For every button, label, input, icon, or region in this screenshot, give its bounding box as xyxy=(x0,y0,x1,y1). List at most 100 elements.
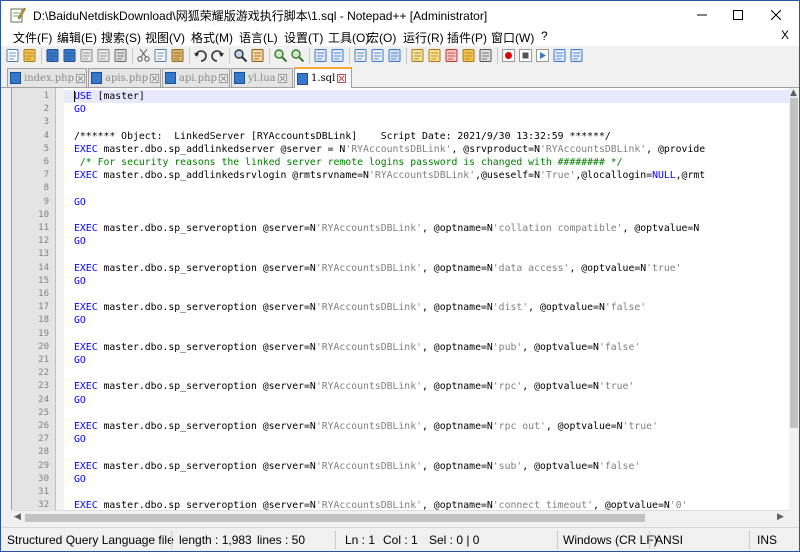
code-line[interactable]: /* For security reasons the linked serve… xyxy=(64,156,623,169)
status-encoding[interactable]: ANSI xyxy=(655,533,683,547)
zoom-out-icon[interactable] xyxy=(290,48,305,63)
redo-icon[interactable] xyxy=(210,48,225,63)
code-line[interactable] xyxy=(64,407,74,420)
horizontal-scroll-thumb[interactable] xyxy=(25,514,645,522)
menu-macro[interactable]: 宏(O) xyxy=(367,29,396,46)
code-line[interactable]: GO xyxy=(64,235,86,248)
horizontal-scrollbar[interactable]: ◀ ▶ xyxy=(11,510,789,525)
menu-settings[interactable]: 设置(T) xyxy=(284,29,323,46)
close-icon[interactable] xyxy=(79,48,94,63)
cut-icon[interactable] xyxy=(136,48,151,63)
code-line[interactable] xyxy=(64,288,74,301)
code-line[interactable]: EXEC master.dbo.sp_serveroption @server=… xyxy=(64,499,687,510)
title-bar[interactable]: D:\BaiduNetdiskDownload\网狐荣耀版游戏执行脚本\1.sq… xyxy=(1,1,799,28)
tab-close-icon[interactable] xyxy=(76,73,86,83)
code-line[interactable]: /****** Object: LinkedServer [RYAccounts… xyxy=(64,130,611,143)
tab-close-icon[interactable] xyxy=(337,74,347,83)
word-wrap-icon[interactable] xyxy=(353,48,368,63)
code-line[interactable] xyxy=(64,486,74,499)
code-line[interactable]: EXEC master.dbo.sp_addlinkedsrvlogin @rm… xyxy=(64,169,705,182)
code-line[interactable] xyxy=(64,116,74,129)
fold-margin[interactable] xyxy=(56,88,64,510)
code-line[interactable] xyxy=(64,182,74,195)
code-line[interactable] xyxy=(64,209,74,222)
sync-horizontal-icon[interactable] xyxy=(330,48,345,63)
tab-close-icon[interactable] xyxy=(150,73,160,83)
scroll-right-icon[interactable]: ▶ xyxy=(777,512,784,522)
sync-vertical-icon[interactable] xyxy=(313,48,328,63)
new-file-icon[interactable] xyxy=(5,48,20,63)
print-icon[interactable] xyxy=(113,48,128,63)
tab-apis-php[interactable]: apis.php xyxy=(88,68,161,87)
menu-run[interactable]: 运行(R) xyxy=(403,29,444,46)
tab-api-php[interactable]: api.php xyxy=(162,68,230,87)
tab-1-sql[interactable]: 1.sql xyxy=(294,67,352,88)
function-list-icon[interactable] xyxy=(444,48,459,63)
close-all-icon[interactable] xyxy=(96,48,111,63)
code-line[interactable]: GO xyxy=(64,196,86,209)
paste-icon[interactable] xyxy=(170,48,185,63)
run-macro-multiple-icon[interactable] xyxy=(552,48,567,63)
code-line[interactable]: EXEC master.dbo.sp_serveroption @server=… xyxy=(64,460,640,473)
vertical-scrollbar[interactable]: ▲ xyxy=(789,88,799,510)
copy-icon[interactable] xyxy=(153,48,168,63)
tab-close-icon[interactable] xyxy=(218,73,228,83)
menu-format[interactable]: 格式(M) xyxy=(191,29,233,46)
menu-file[interactable]: 文件(F) xyxy=(13,29,52,46)
code-line[interactable]: GO xyxy=(64,394,86,407)
vertical-scroll-thumb[interactable] xyxy=(790,98,798,428)
code-line[interactable]: EXEC master.dbo.sp_serveroption @server=… xyxy=(64,262,682,275)
find-icon[interactable] xyxy=(233,48,248,63)
tab-index-php[interactable]: index.php xyxy=(7,68,87,87)
code-line[interactable]: GO xyxy=(64,103,86,116)
doc-map-icon[interactable] xyxy=(427,48,442,63)
menu-search[interactable]: 搜索(S) xyxy=(101,29,141,46)
menu-window[interactable]: 窗口(W) xyxy=(491,29,534,46)
replace-icon[interactable] xyxy=(250,48,265,63)
editor-pane[interactable]: 1 2 3 4 5 6 7 8 9 10 11 12 13 14 15 16 17 18 19 20 21 22 23 24 2… xyxy=(11,88,789,510)
tab-yl-lua[interactable]: yl.lua xyxy=(231,68,293,87)
close-window-button[interactable] xyxy=(757,1,795,28)
code-line[interactable]: GO xyxy=(64,275,86,288)
code-line[interactable] xyxy=(64,446,74,459)
close-document-button[interactable]: X xyxy=(781,28,789,42)
menu-view[interactable]: 视图(V) xyxy=(145,29,185,46)
code-line[interactable]: EXEC master.dbo.sp_serveroption @server=… xyxy=(64,222,699,235)
menu-edit[interactable]: 编辑(E) xyxy=(57,29,97,46)
minimize-button[interactable] xyxy=(683,1,721,28)
code-line[interactable] xyxy=(64,367,74,380)
save-icon[interactable] xyxy=(45,48,60,63)
code-line[interactable]: GO xyxy=(64,433,86,446)
code-line[interactable]: EXEC master.dbo.sp_addlinkedserver @serv… xyxy=(64,143,705,156)
code-line[interactable]: EXEC master.dbo.sp_serveroption @server=… xyxy=(64,301,646,314)
scroll-up-icon[interactable]: ▲ xyxy=(790,88,797,98)
status-eol[interactable]: Windows (CR LF) xyxy=(563,533,658,547)
menu-plugins[interactable]: 插件(P) xyxy=(447,29,487,46)
code-line[interactable]: GO xyxy=(64,314,86,327)
undo-icon[interactable] xyxy=(193,48,208,63)
stop-record-icon[interactable] xyxy=(518,48,533,63)
menu-language[interactable]: 语言(L) xyxy=(239,29,278,46)
code-line[interactable]: GO xyxy=(64,354,86,367)
language-icon[interactable] xyxy=(410,48,425,63)
show-all-chars-icon[interactable] xyxy=(370,48,385,63)
current-code-line[interactable]: USE [master] xyxy=(64,90,789,103)
indent-guide-icon[interactable] xyxy=(387,48,402,63)
tab-close-icon[interactable] xyxy=(277,73,287,83)
save-all-icon[interactable] xyxy=(62,48,77,63)
code-line[interactable]: EXEC master.dbo.sp_serveroption @server=… xyxy=(64,420,658,433)
code-line[interactable] xyxy=(64,328,74,341)
status-insert-mode[interactable]: INS xyxy=(757,533,777,547)
monitor-icon[interactable] xyxy=(478,48,493,63)
play-macro-icon[interactable] xyxy=(535,48,550,63)
menu-tools[interactable]: 工具(O) xyxy=(328,29,369,46)
open-file-icon[interactable] xyxy=(22,48,37,63)
code-line[interactable]: GO xyxy=(64,473,86,486)
maximize-button[interactable] xyxy=(719,1,757,28)
code-line[interactable] xyxy=(64,248,74,261)
code-line[interactable]: EXEC master.dbo.sp_serveroption @server=… xyxy=(64,380,634,393)
code-area[interactable]: USE [master] GO/****** Object: LinkedServ… xyxy=(64,88,789,510)
menu-help[interactable]: ? xyxy=(541,29,548,43)
code-line[interactable]: EXEC master.dbo.sp_serveroption @server=… xyxy=(64,341,640,354)
folder-workspace-icon[interactable] xyxy=(461,48,476,63)
